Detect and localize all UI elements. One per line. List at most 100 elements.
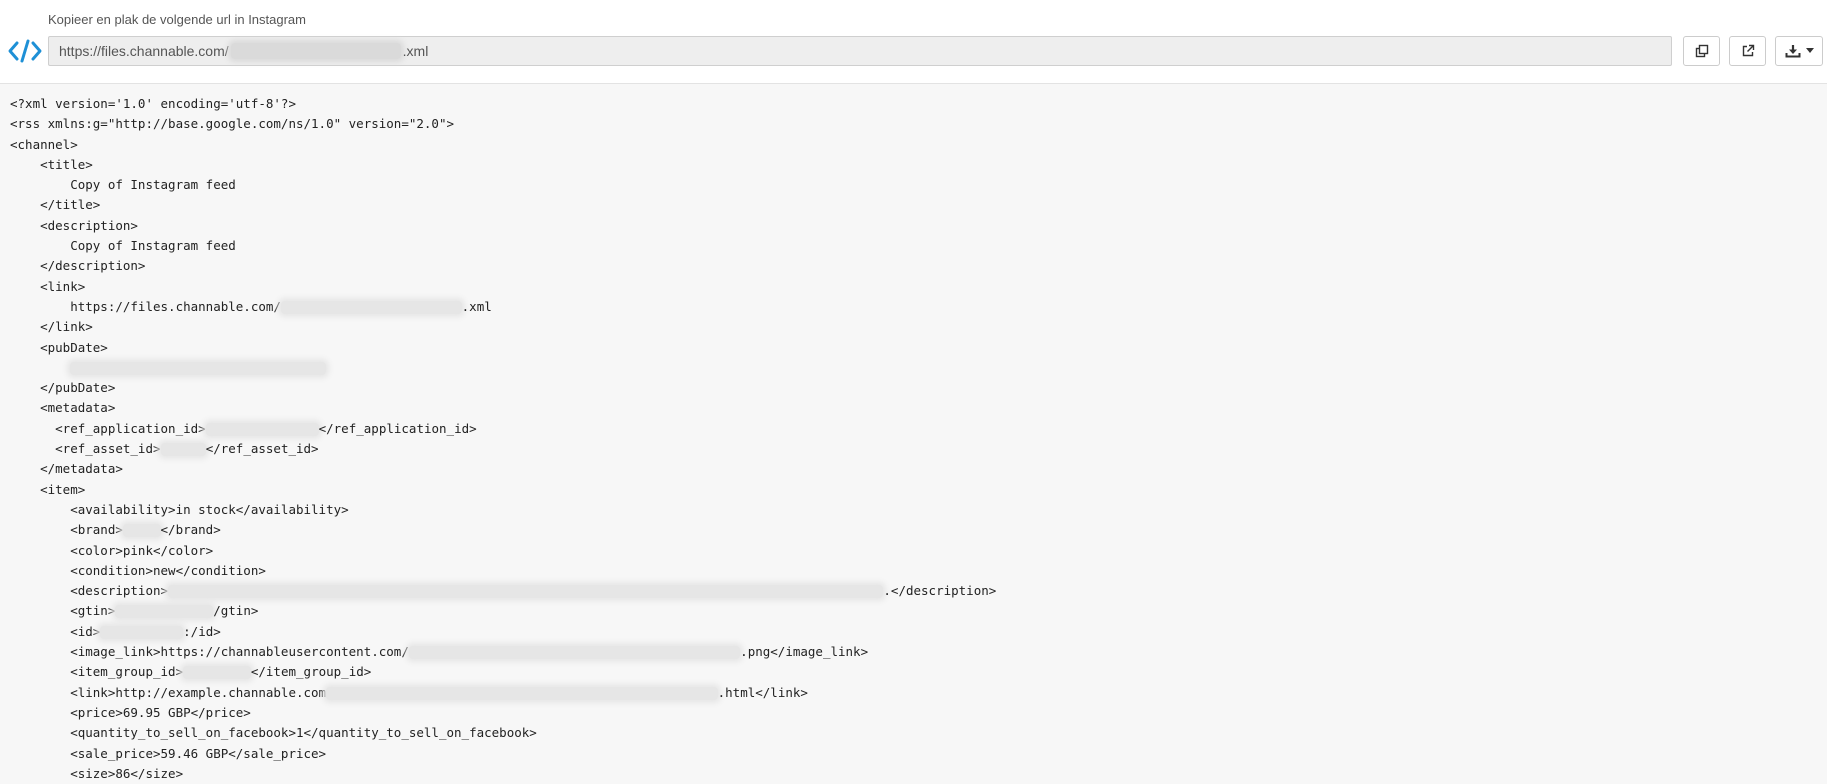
url-toolbar: Kopieer en plak de volgende url in Insta… (0, 0, 1827, 84)
code-line: </title> (10, 195, 1827, 215)
redacted-text (205, 422, 319, 436)
code-line: <item> (10, 480, 1827, 500)
code-text: </ref_asset_id> (205, 441, 319, 457)
code-brackets-icon (8, 39, 42, 63)
url-suffix: .xml (402, 43, 429, 59)
code-line: <color>pink</color> (10, 541, 1827, 561)
code-text: </title> (10, 197, 101, 213)
code-line: <description> .</description> (10, 581, 1827, 601)
code-text: <sale_price>59.46 GBP</sale_price> (10, 745, 327, 761)
code-line: <pubDate> (10, 338, 1827, 358)
code-text: <rss xmlns:g="http://base.google.com/ns/… (10, 116, 455, 132)
code-text: </item_group_id> (250, 664, 372, 680)
code-text: <image_link>https://channableusercontent… (10, 644, 409, 660)
download-dropdown-button[interactable] (1775, 36, 1823, 66)
code-text: <description> (10, 217, 138, 233)
redacted-text (160, 443, 206, 457)
copy-icon (1695, 44, 1708, 58)
code-text: .</description> (883, 583, 997, 599)
code-text: <title> (10, 156, 93, 172)
code-line: <price>69.95 GBP</price> (10, 703, 1827, 723)
url-prefix: https://files.channable.com/ (59, 43, 229, 59)
code-text: <?xml version='1.0' encoding='utf-8'?> (10, 96, 296, 111)
code-line: <size>86</size> (10, 764, 1827, 784)
code-line: <ref_asset_id> </ref_asset_id> (10, 439, 1827, 459)
code-text: Copy of Instagram feed (10, 177, 236, 193)
code-text: <pubDate> (10, 339, 108, 355)
feed-url-field[interactable]: https://files.channable.com/ .xml (48, 36, 1672, 66)
copy-url-button[interactable] (1683, 36, 1720, 66)
redacted-text (100, 625, 184, 639)
code-text: <id> (10, 623, 101, 639)
redacted-text (70, 361, 327, 375)
code-text: .html</link> (717, 684, 808, 700)
code-line: </description> (10, 256, 1827, 276)
code-text: <metadata> (10, 400, 116, 416)
code-text: <size>86</size> (10, 765, 184, 781)
code-text: </metadata> (10, 461, 123, 477)
code-text: <color>pink</color> (10, 542, 214, 558)
code-text: </description> (10, 258, 146, 274)
external-link-icon (1742, 44, 1754, 57)
code-text: <description> (10, 583, 169, 599)
code-line (10, 358, 1827, 378)
code-text: </ref_application_id> (318, 420, 477, 436)
redacted-text (230, 43, 401, 59)
instruction-label: Kopieer en plak de volgende url in Insta… (48, 12, 306, 27)
redacted-text (408, 646, 741, 660)
redacted-text (326, 686, 718, 700)
code-line: <description> (10, 216, 1827, 236)
redacted-text (168, 585, 884, 599)
code-text: https://files.channable.com/ (10, 298, 281, 314)
code-text: Copy of Instagram feed (10, 238, 236, 254)
code-line: <condition>new</condition> (10, 561, 1827, 581)
code-text: <item_group_id> (10, 664, 184, 680)
code-line: </pubDate> (10, 378, 1827, 398)
code-line: <metadata> (10, 398, 1827, 418)
code-line: </metadata> (10, 459, 1827, 479)
code-line: <channel> (10, 135, 1827, 155)
code-text: <quantity_to_sell_on_facebook>1</quantit… (10, 725, 537, 741)
code-text: <link>http://example.channable.com (10, 684, 327, 700)
code-line: <?xml version='1.0' encoding='utf-8'?> (10, 94, 1827, 114)
caret-down-icon (1805, 48, 1814, 53)
code-line: <brand> </brand> (10, 520, 1827, 540)
code-line: <gtin> /gtin> (10, 601, 1827, 621)
code-text: <ref_application_id> (10, 420, 206, 436)
code-text: <price>69.95 GBP</price> (10, 704, 251, 720)
redacted-text (115, 605, 214, 619)
code-line: Copy of Instagram feed (10, 236, 1827, 256)
code-text: <availability>in stock</availability> (10, 501, 349, 517)
code-line: <sale_price>59.46 GBP</sale_price> (10, 744, 1827, 764)
code-line: <link>http://example.channable.com .html<… (10, 683, 1827, 703)
code-line: <availability>in stock</availability> (10, 500, 1827, 520)
redacted-text (122, 524, 161, 538)
code-line: <image_link>https://channableusercontent… (10, 642, 1827, 662)
code-line: <id> :/id> (10, 622, 1827, 642)
code-line: https://files.channable.com/ .xml (10, 297, 1827, 317)
xml-code-block: <?xml version='1.0' encoding='utf-8'?> <r… (0, 84, 1827, 784)
code-text: <gtin> (10, 603, 116, 619)
code-text: </pubDate> (10, 380, 116, 396)
code-line: <rss xmlns:g="http://base.google.com/ns/… (10, 114, 1827, 134)
code-text: <item> (10, 481, 86, 497)
code-line: <ref_application_id> </ref_application_id… (10, 419, 1827, 439)
redacted-text (280, 300, 462, 314)
code-line: <quantity_to_sell_on_facebook>1</quantit… (10, 723, 1827, 743)
open-url-button[interactable] (1729, 36, 1766, 66)
code-text: </brand> (160, 522, 221, 538)
code-text: :/id> (183, 623, 221, 639)
code-text: <link> (10, 278, 86, 294)
code-text: <channel> (10, 136, 78, 152)
code-line: <item_group_id> </item_group_id> (10, 662, 1827, 682)
download-icon (1785, 45, 1800, 58)
code-text: <ref_asset_id> (10, 441, 161, 457)
code-text: </link> (10, 319, 93, 335)
code-line: <title> (10, 155, 1827, 175)
code-text: .xml (461, 298, 492, 314)
code-text: /gtin> (213, 603, 259, 619)
code-line: <link> (10, 277, 1827, 297)
redacted-text (183, 666, 251, 680)
code-text: .png</image_link> (740, 644, 869, 660)
xml-feed-preview: <?xml version='1.0' encoding='utf-8'?> <r… (0, 84, 1827, 784)
